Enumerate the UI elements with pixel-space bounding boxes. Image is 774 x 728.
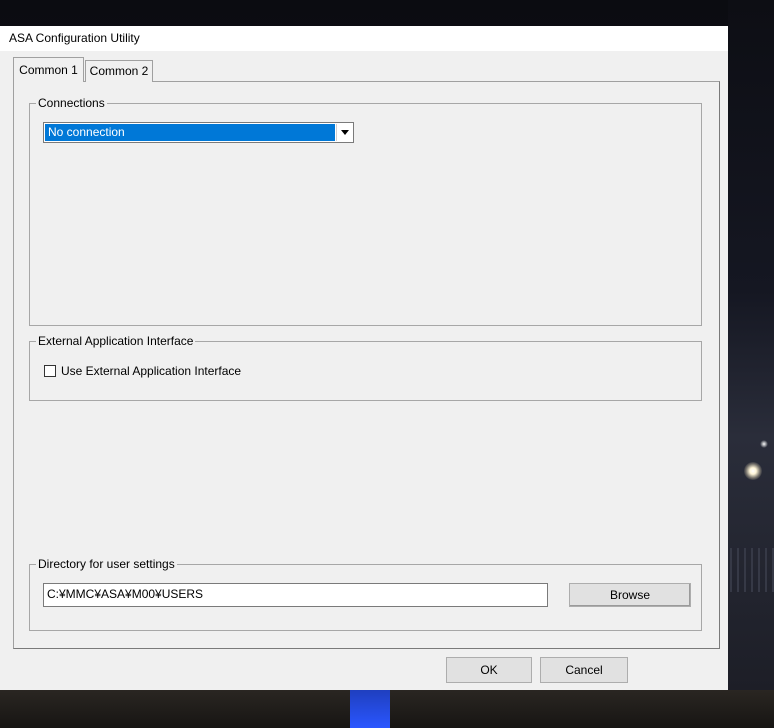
connection-select-value: No connection xyxy=(45,124,335,141)
chevron-down-icon xyxy=(341,130,349,135)
background-light-small xyxy=(760,440,768,448)
use-external-interface-checkbox[interactable] xyxy=(44,365,56,377)
tab-common-1[interactable]: Common 1 xyxy=(13,57,84,82)
user-settings-group-label: Directory for user settings xyxy=(36,556,177,572)
cancel-button[interactable]: Cancel xyxy=(540,657,628,683)
connection-select[interactable]: No connection xyxy=(43,122,354,143)
window-title: ASA Configuration Utility xyxy=(9,31,140,45)
connection-dropdown-button[interactable] xyxy=(336,124,352,141)
tab-common-2-label: Common 2 xyxy=(89,64,149,78)
background-light xyxy=(744,462,762,480)
tab-common-2[interactable]: Common 2 xyxy=(85,60,153,82)
background-fence xyxy=(730,548,774,592)
user-settings-path-input[interactable]: C:¥MMC¥ASA¥M00¥USERS xyxy=(43,583,548,607)
background-blue-light xyxy=(350,690,390,728)
ok-button[interactable]: OK xyxy=(446,657,532,683)
use-external-interface-label[interactable]: Use External Application Interface xyxy=(61,363,241,379)
browse-button[interactable]: Browse xyxy=(569,583,691,607)
title-bar[interactable]: ASA Configuration Utility xyxy=(0,26,728,51)
connections-group-label: Connections xyxy=(36,95,107,111)
external-interface-group-label: External Application Interface xyxy=(36,333,196,349)
desktop-background-right xyxy=(728,0,774,728)
tab-common-1-label: Common 1 xyxy=(19,63,78,77)
